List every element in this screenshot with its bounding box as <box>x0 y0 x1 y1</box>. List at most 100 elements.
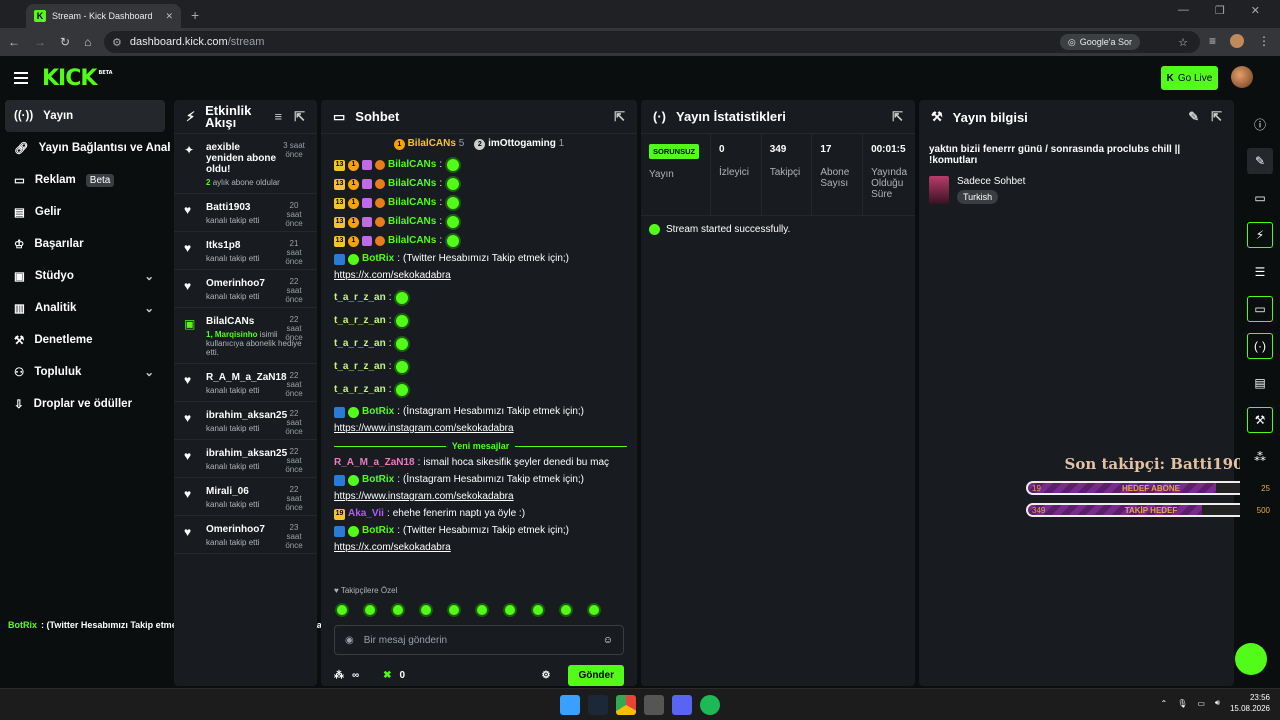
chrome-icon[interactable] <box>616 694 636 715</box>
chat-link[interactable]: https://x.com/sekokadabra <box>334 269 627 283</box>
chat-username[interactable]: t_a_r_z_an <box>334 337 386 351</box>
chat-username[interactable]: Aka_Vii <box>348 507 384 521</box>
forward-icon[interactable]: → <box>34 35 46 49</box>
activity-item[interactable]: ♥ Omerinhoo7 kanalı takip etti 22 saat önce <box>174 270 317 308</box>
sidebar-item-analitik[interactable]: ▥ Analitik ⌄ <box>0 292 170 324</box>
emote-icon[interactable] <box>587 603 601 617</box>
chat-icon[interactable]: ▭ <box>1247 296 1273 322</box>
popout-icon[interactable]: ⇱ <box>614 109 625 125</box>
discord-icon[interactable] <box>672 694 692 715</box>
chat-username[interactable]: BilalCANs <box>388 177 436 191</box>
sidebar-item-gelir[interactable]: ▤ Gelir <box>0 196 170 228</box>
emote-icon[interactable] <box>363 603 377 617</box>
emote-icon[interactable] <box>531 603 545 617</box>
popout-icon[interactable]: ⇱ <box>892 109 903 125</box>
chat-username[interactable]: t_a_r_z_an <box>334 383 386 397</box>
chat-input[interactable]: ◉ Bir mesaj gönderin ☺ <box>334 625 624 655</box>
reading-list-icon[interactable]: ≡ <box>1209 34 1216 48</box>
browser-menu-icon[interactable]: ⋮ <box>1258 34 1270 48</box>
chat-username[interactable]: BilalCANs <box>388 196 436 210</box>
kick-logo[interactable]: KICK BETA <box>42 66 113 91</box>
go-live-button[interactable]: K Go Live <box>1161 66 1218 90</box>
windows-start-icon[interactable] <box>560 694 580 715</box>
spotify-icon[interactable] <box>700 694 720 715</box>
activity-item[interactable]: ♥ Mirali_06 kanalı takip etti 22 saat önce <box>174 478 317 516</box>
bookmark-star-icon[interactable]: ☆ <box>1178 36 1188 49</box>
sidebar-item-stream-key[interactable]: 🔗︎ Yayın Bağlantısı ve Anahtarı <box>0 132 170 164</box>
edit-icon[interactable]: ✎ <box>1188 109 1199 125</box>
sidebar-item-denetleme[interactable]: ⚒ Denetleme <box>0 324 170 356</box>
pencil-icon[interactable]: ✎ <box>1247 148 1273 174</box>
activity-item[interactable]: ✦ aexible yeniden abone oldu! 2 aylık abon… <box>174 134 317 194</box>
filter-icon[interactable]: ≡ <box>275 110 283 123</box>
app-icon[interactable] <box>644 694 664 715</box>
close-window-icon[interactable]: ✕ <box>1251 4 1260 17</box>
broadcast-icon[interactable]: (·) <box>1247 333 1273 359</box>
profile-avatar-icon[interactable] <box>1230 34 1244 48</box>
maximize-icon[interactable]: ❐ <box>1215 4 1225 17</box>
chat-link[interactable]: https://x.com/sekokadabra <box>334 541 627 555</box>
browser-tab[interactable]: K Stream - Kick Dashboard ✕ <box>26 4 181 28</box>
list-icon[interactable]: ☰ <box>1247 259 1273 285</box>
chat-username[interactable]: BilalCANs <box>388 215 436 229</box>
top-gifter-2[interactable]: 2 imOttogaming 1 <box>474 138 564 150</box>
emote-icon[interactable] <box>419 603 433 617</box>
top-gifter-1[interactable]: 1 BilalCANs 5 <box>393 138 464 150</box>
emoji-icon[interactable]: ☺ <box>603 635 613 646</box>
google-ask-button[interactable]: ◎ Google'a Sor <box>1059 34 1140 50</box>
activity-item[interactable]: ♥ Omerinhoo7 kanalı takip etti 23 saat önce <box>174 516 317 554</box>
hamburger-menu-icon[interactable] <box>14 72 28 84</box>
emote-icon[interactable] <box>391 603 405 617</box>
new-tab-icon[interactable]: + <box>191 7 199 23</box>
ad-icon[interactable]: ▭ <box>1247 185 1273 211</box>
chat-username[interactable]: BotRix <box>362 473 394 487</box>
user-avatar[interactable] <box>1231 66 1253 88</box>
sidebar-item-reklam[interactable]: ▭ Reklam Beta <box>0 164 170 196</box>
url-field[interactable]: ⚙ dashboard.kick.com/stream ◎ Google'a So… <box>104 31 1200 53</box>
emote-icon[interactable] <box>447 603 461 617</box>
network-icon[interactable]: ▭ <box>1197 699 1205 708</box>
activity-item[interactable]: ♥ Batti1903 kanalı takip etti 20 saat önce <box>174 194 317 232</box>
activity-item[interactable]: ▣ BilalCANs 1, Marqisinho isimli kullanıcı… <box>174 308 317 364</box>
reload-icon[interactable]: ↻ <box>60 35 70 49</box>
steam-icon[interactable] <box>588 694 608 715</box>
sidebar-item-topluluk[interactable]: ⚇ Topluluk ⌄ <box>0 356 170 388</box>
sidebar-item-basarilar[interactable]: ♔ Başarılar <box>0 228 170 260</box>
home-icon[interactable]: ⌂ <box>84 35 91 49</box>
activity-item[interactable]: ♥ ibrahim_aksan25 kanalı takip etti 22 saat… <box>174 440 317 478</box>
back-icon[interactable]: ← <box>8 35 20 49</box>
emote-icon[interactable] <box>335 603 349 617</box>
chat-link[interactable]: https://www.instagram.com/sekokadabra <box>334 422 627 436</box>
emote-icon[interactable] <box>503 603 517 617</box>
activity-item[interactable]: ♥ R_A_M_a_ZaN18 kanalı takip etti 22 saat ö… <box>174 364 317 402</box>
activity-item[interactable]: ♥ Itks1p8 kanalı takip etti 21 saat önce <box>174 232 317 270</box>
site-info-icon[interactable]: ⚙ <box>112 36 122 49</box>
emote-icon[interactable] <box>559 603 573 617</box>
volume-icon[interactable]: 🔊︎ <box>1215 698 1220 708</box>
popout-icon[interactable]: ⇱ <box>294 110 305 123</box>
chat-username[interactable]: t_a_r_z_an <box>334 291 386 305</box>
info-icon[interactable]: ⓘ <box>1247 111 1273 137</box>
chat-username[interactable]: BilalCANs <box>388 158 436 172</box>
wrench-icon[interactable]: ⚒ <box>1247 407 1273 433</box>
clock[interactable]: 23:56 15.08.2026 <box>1230 692 1270 714</box>
chat-link[interactable]: https://www.instagram.com/sekokadabra <box>334 490 627 504</box>
lightning-icon[interactable]: ⚡︎ <box>1247 222 1273 248</box>
sidebar-item-yayin[interactable]: ((·)) Yayın <box>5 100 165 132</box>
emote-icon[interactable] <box>475 603 489 617</box>
share-icon[interactable]: ⁂ <box>1247 444 1273 470</box>
activity-item[interactable]: ♥ ibrahim_aksan25 kanalı takip etti 22 saat… <box>174 402 317 440</box>
chat-username[interactable]: BotRix <box>362 252 394 266</box>
tray-chevron-icon[interactable]: ⌃ <box>1160 699 1167 708</box>
support-button[interactable] <box>1235 643 1267 675</box>
chat-settings-icon[interactable]: ⚙ <box>541 670 550 681</box>
send-button[interactable]: Gönder <box>568 665 624 686</box>
points-icon[interactable]: ⁂ <box>334 670 344 681</box>
chat-username[interactable]: BilalCANs <box>388 234 436 248</box>
mic-icon[interactable]: 🎙︎ <box>1177 699 1187 708</box>
chat-username[interactable]: t_a_r_z_an <box>334 360 386 374</box>
close-tab-icon[interactable]: ✕ <box>165 11 173 22</box>
chat-username[interactable]: BotRix <box>362 524 394 538</box>
popout-icon[interactable]: ⇱ <box>1211 109 1222 125</box>
chat-username[interactable]: R_A_M_a_ZaN18 <box>334 456 415 470</box>
